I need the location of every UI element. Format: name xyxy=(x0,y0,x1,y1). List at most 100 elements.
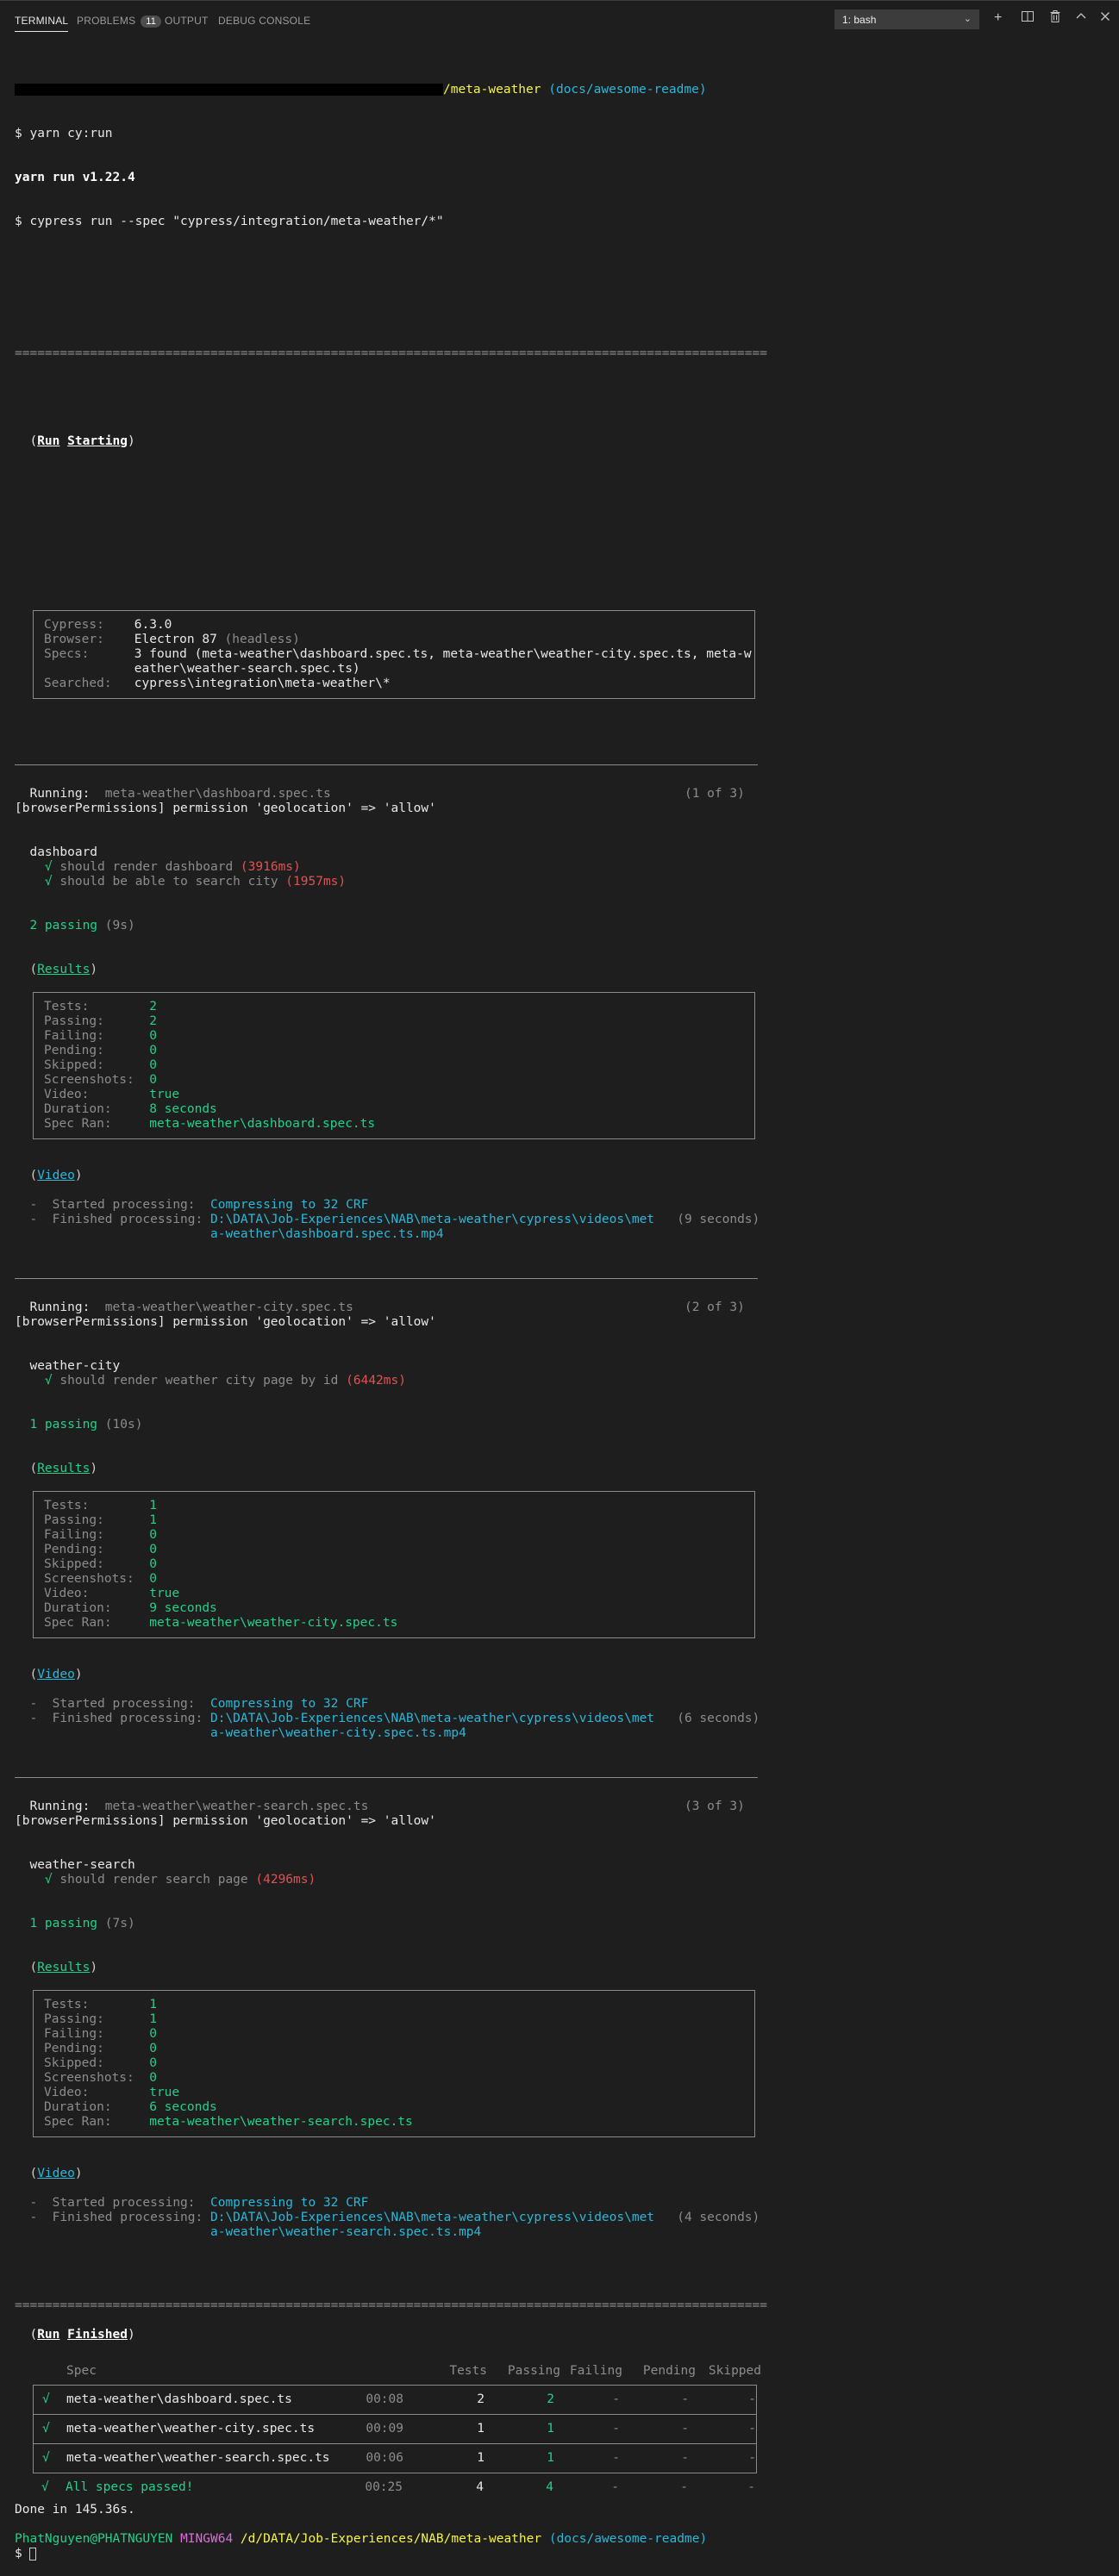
result-row: Video: true xyxy=(44,2086,754,2100)
tab-problems[interactable]: PROBLEMS 11 xyxy=(77,15,162,28)
spec-time: 00:08 xyxy=(366,2392,403,2406)
run-info-key: Browser: xyxy=(44,633,134,646)
test-result: √ should render weather city page by id … xyxy=(15,1374,1110,1388)
result-value: 0 xyxy=(149,1543,157,1556)
results-heading: (Results) xyxy=(15,1462,1110,1476)
result-value: 0 xyxy=(149,1557,157,1571)
result-value: 1 xyxy=(149,1513,157,1527)
video-heading: (Video) xyxy=(15,1668,1110,1682)
finished-label: - Finished processing: xyxy=(15,1712,210,1725)
run-info-value: Electron 87 xyxy=(134,633,217,646)
video-path-cont: a-weather\dashboard.spec.ts.mp4 xyxy=(15,1227,1110,1242)
result-key: Screenshots: xyxy=(44,1572,150,1586)
tab-terminal[interactable]: TERMINAL xyxy=(15,15,69,32)
summary-row: √ meta-weather\weather-city.spec.ts 00:09 1… xyxy=(34,2415,756,2444)
spec-runs: Running: meta-weather\dashboard.spec.ts … xyxy=(15,728,1110,2240)
video-heading: (Video) xyxy=(15,2167,1110,2181)
check-icon: √ xyxy=(44,1374,53,1388)
video-duration: (4 seconds) xyxy=(677,2211,760,2224)
separator-rule: ========================================… xyxy=(15,2298,767,2312)
passing-summary: 2 passing (9s) xyxy=(15,919,1110,933)
plus-icon[interactable]: + xyxy=(994,9,1002,27)
run-info-value: 3 found (meta-weather\dashboard.spec.ts,… xyxy=(134,647,752,661)
suite-name: dashboard xyxy=(29,845,98,859)
passing-count: 2 passing xyxy=(29,919,98,932)
chevron-up-icon[interactable] xyxy=(1074,9,1088,28)
permission-text: [browserPermissions] permission 'geoloca… xyxy=(15,1315,436,1329)
column-header: Failing xyxy=(569,2364,622,2378)
prompt-branch: (docs/awesome-readme) xyxy=(548,2532,708,2546)
result-row: Failing: 0 xyxy=(44,2027,754,2042)
cursor[interactable] xyxy=(29,2547,37,2560)
test-name: should render weather city page by id xyxy=(59,1374,339,1388)
tab-output[interactable]: OUTPUT xyxy=(165,15,209,27)
result-value: 2 xyxy=(149,1014,157,1028)
text: ( xyxy=(15,1462,38,1475)
result-value: 1 xyxy=(149,1499,157,1513)
running-label: Running: xyxy=(29,1799,91,1813)
result-row: Screenshots: 0 xyxy=(44,2071,754,2086)
test-duration: (1957ms) xyxy=(285,875,347,889)
column-header: Tests xyxy=(449,2364,487,2378)
result-row: Screenshots: 0 xyxy=(44,1073,754,1088)
result-value: 0 xyxy=(149,2027,157,2041)
tab-debug-console[interactable]: DEBUG CONSOLE xyxy=(218,15,310,27)
text xyxy=(15,1300,29,1314)
permission-text: [browserPermissions] permission 'geoloca… xyxy=(15,801,436,815)
result-key: Duration: xyxy=(44,2100,150,2114)
result-row: Tests: 1 xyxy=(44,1499,754,1513)
run-info-row: Specs: 3 found (meta-weather\dashboard.s… xyxy=(44,647,754,662)
result-value: 0 xyxy=(149,1029,157,1043)
run-info-box: Cypress: 6.3.0 Browser: Electron 87 (head… xyxy=(33,610,755,699)
skipped-count: - xyxy=(747,2480,755,2494)
result-row: Skipped: 0 xyxy=(44,1058,754,1073)
done-text: Done in 145.36s. xyxy=(15,2503,135,2517)
result-key: Screenshots: xyxy=(44,1073,150,1087)
result-key: Failing: xyxy=(44,1528,150,1542)
text xyxy=(15,1873,45,1887)
result-row: Video: true xyxy=(44,1587,754,1601)
result-value: 0 xyxy=(149,1572,157,1586)
run-info-value: eather\weather-search.spec.ts) xyxy=(134,662,360,676)
all-passed-label: All specs passed! xyxy=(66,2480,194,2494)
result-key: Duration: xyxy=(44,1601,150,1615)
trash-icon[interactable] xyxy=(1048,9,1062,28)
finished-label: - Finished processing: xyxy=(15,2211,210,2224)
result-key: Pending: xyxy=(44,2042,150,2055)
split-icon[interactable] xyxy=(1021,9,1035,28)
result-row: Skipped: 0 xyxy=(44,1557,754,1572)
video-label: Video xyxy=(37,1169,75,1182)
video-started: - Started processing: Compressing to 32 … xyxy=(15,2196,1110,2211)
result-value: 8 seconds xyxy=(149,1102,217,1116)
result-key: Tests: xyxy=(44,1000,150,1014)
close-icon[interactable] xyxy=(1098,9,1112,28)
passing-time: (7s) xyxy=(104,1917,135,1930)
run-info-row: Browser: Electron 87 (headless) xyxy=(44,633,754,647)
run-info-extra: (headless) xyxy=(224,633,300,646)
result-row: Passing: 1 xyxy=(44,2012,754,2027)
compress-text: Compressing to 32 CRF xyxy=(209,1198,369,1212)
passing-count: 4 xyxy=(546,2480,553,2494)
spec-name: meta-weather\weather-search.spec.ts xyxy=(66,2451,330,2465)
result-value: true xyxy=(149,2086,180,2099)
passing-count: 1 xyxy=(547,2422,554,2436)
test-duration: (4296ms) xyxy=(255,1873,316,1887)
video-path: D:\DATA\Job-Experiences\NAB\meta-weather… xyxy=(209,1213,678,1226)
column-header: Pending xyxy=(642,2364,696,2378)
terminal-selector[interactable]: 1: bash ⌄ xyxy=(835,9,979,29)
prompt-path: /d/DATA/Job-Experiences/NAB/meta-weather xyxy=(240,2532,542,2546)
check-icon: √ xyxy=(41,2480,49,2494)
video-started: - Started processing: Compressing to 32 … xyxy=(15,1697,1110,1712)
text: ( xyxy=(15,2167,38,2180)
git-prompt-line: /meta-weather (docs/awesome-readme) xyxy=(15,83,1110,97)
test-result: √ should be able to search city (1957ms) xyxy=(15,875,1110,889)
terminal-output[interactable]: /meta-weather (docs/awesome-readme) $ ya… xyxy=(15,53,1110,2576)
result-key: Video: xyxy=(44,1088,150,1101)
result-row: Tests: 2 xyxy=(44,1000,754,1014)
text xyxy=(15,1799,29,1813)
